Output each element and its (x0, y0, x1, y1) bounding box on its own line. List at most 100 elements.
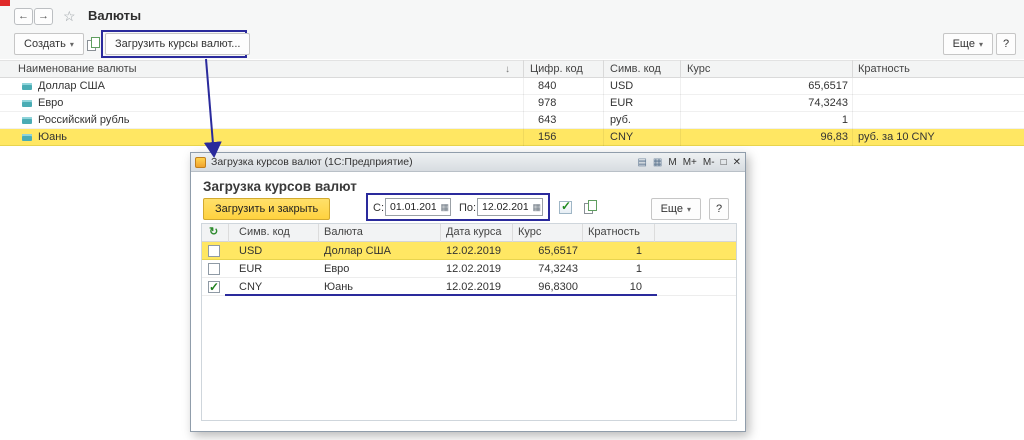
table-row-rub[interactable]: Российский рубль 643 руб. 1 (0, 112, 1024, 129)
column-separator (654, 224, 655, 242)
date-from-field: ▦ (385, 198, 451, 216)
currency-sym-code: EUR (610, 97, 634, 109)
corner-marker (0, 0, 10, 6)
load-rates-button-label: Загрузить курсы валют... (115, 38, 241, 50)
rates-row-usd[interactable]: ✓ USD Доллар США 12.02.2019 65,6517 1 (202, 242, 736, 260)
back-button[interactable]: ← (14, 8, 33, 25)
copy-sheet-front (588, 200, 597, 211)
currency-num-code: 156 (538, 131, 557, 143)
rate-mult: 1 (635, 245, 642, 257)
rate-mult: 1 (635, 263, 642, 275)
column-separator (318, 224, 319, 242)
create-button[interactable]: Создать ▾ (14, 33, 84, 55)
currency-item-icon (22, 117, 32, 124)
column-header-mult[interactable]: Кратность (588, 224, 640, 241)
app-icon (195, 157, 206, 168)
load-rates-button[interactable]: Загрузить курсы валют... (105, 33, 251, 55)
column-separator (523, 78, 524, 146)
column-header-sym-code[interactable]: Симв. код (610, 61, 661, 78)
grid-icon[interactable]: ▦ (653, 153, 662, 172)
column-separator (512, 224, 513, 242)
scale-m-plus-button[interactable]: М+ (683, 154, 697, 172)
more-button[interactable]: Еще ▾ (942, 33, 993, 55)
more-button-label: Еще (952, 38, 975, 50)
currency-rate: 96,83 (820, 131, 848, 143)
table-row-eur[interactable]: Евро 978 EUR 74,3243 (0, 95, 1024, 112)
chevron-down-icon: ▾ (69, 40, 74, 49)
copy-icon[interactable] (86, 36, 102, 52)
column-separator (852, 78, 853, 146)
currency-name: Доллар США (38, 80, 105, 92)
column-separator (582, 224, 583, 242)
load-and-close-label: Загрузить и закрыть (215, 203, 319, 215)
currency-rate: 65,6517 (808, 80, 848, 92)
currency-num-code: 840 (538, 80, 557, 92)
column-header-rate[interactable]: Курс (687, 61, 710, 78)
column-header-mult[interactable]: Кратность (858, 61, 910, 78)
check-icon: ✓ (209, 280, 220, 294)
table-row-cny-selected[interactable]: Юань 156 CNY 96,83 руб. за 10 CNY (0, 129, 1024, 146)
column-header-sym-code[interactable]: Симв. код (239, 224, 290, 241)
favorite-star-icon[interactable]: ☆ (63, 8, 76, 25)
rate-sym-code: USD (239, 245, 263, 257)
scale-m-minus-button[interactable]: М- (703, 154, 715, 172)
help-button[interactable]: ? (996, 33, 1016, 55)
forward-button[interactable]: → (34, 8, 53, 25)
column-separator (603, 60, 604, 78)
rate-currency: Евро (324, 263, 350, 275)
column-separator (603, 78, 604, 146)
date-from-label: С: (373, 202, 384, 214)
scale-m-button[interactable]: М (668, 154, 676, 172)
column-separator (680, 60, 681, 78)
date-to-label: По: (459, 202, 477, 214)
dialog-titlebar[interactable]: Загрузка курсов валют (1С:Предприятие) ▤… (191, 153, 745, 172)
currency-mult: руб. за 10 CNY (858, 131, 935, 143)
currency-item-icon (22, 134, 32, 141)
fill-check-icon[interactable]: ✓ (559, 199, 577, 217)
column-separator (440, 224, 441, 242)
dialog-help-button[interactable]: ? (709, 198, 729, 220)
help-button-label: ? (1002, 38, 1010, 50)
dialog-more-label: Еще (660, 203, 683, 215)
page-title: Валюты (88, 8, 142, 23)
back-icon: ← (18, 10, 29, 22)
column-header-rate[interactable]: Курс (518, 224, 541, 241)
column-separator (523, 60, 524, 78)
doc-icon[interactable]: ▤ (637, 153, 646, 172)
dialog-title: Загрузка курсов валют (1С:Предприятие) (211, 156, 413, 168)
copy-sheet-front (91, 37, 100, 48)
currency-name: Юань (38, 131, 68, 143)
row-checkbox[interactable]: ✓ (208, 263, 220, 275)
app-window: ← → ☆ Валюты Создать ▾ Загрузить курсы ва… (0, 0, 1024, 440)
check-icon: ✓ (561, 199, 572, 213)
currency-name: Евро (38, 97, 64, 109)
rate-sym-code: EUR (239, 263, 263, 275)
column-header-date[interactable]: Дата курса (446, 224, 501, 241)
rate-value: 74,3243 (538, 263, 578, 275)
column-header-name[interactable]: Наименование валюты (18, 61, 137, 78)
column-header-currency[interactable]: Валюта (324, 224, 363, 241)
currency-rate: 1 (841, 114, 848, 126)
dialog-more-button[interactable]: Еще ▾ (650, 198, 701, 220)
row-checkbox[interactable]: ✓ (208, 280, 220, 294)
maximize-icon[interactable]: □ (721, 154, 727, 172)
calendar-icon[interactable]: ▦ (532, 201, 541, 213)
row-checkbox[interactable]: ✓ (208, 245, 220, 257)
column-header-num-code[interactable]: Цифр. код (530, 61, 583, 78)
rate-date: 12.02.2019 (446, 245, 502, 257)
dialog-heading: Загрузка курсов валют (203, 179, 357, 194)
calendar-icon[interactable]: ▦ (440, 201, 449, 213)
column-separator (228, 224, 229, 242)
close-icon[interactable]: ✕ (733, 154, 741, 172)
table-row-usd[interactable]: Доллар США 840 USD 65,6517 (0, 78, 1024, 95)
column-separator (680, 78, 681, 146)
currency-name: Российский рубль (38, 114, 130, 126)
dialog-load-rates: Загрузка курсов валют (1С:Предприятие) ▤… (190, 152, 746, 432)
rates-table: ↻ Симв. код Валюта Дата курса Курс Кратн… (201, 223, 737, 421)
refresh-icon[interactable]: ↻ (209, 224, 218, 241)
chevron-down-icon: ▾ (978, 40, 983, 49)
copy-icon[interactable] (583, 199, 599, 215)
annotation-underline-cny (225, 294, 657, 296)
load-and-close-button[interactable]: Загрузить и закрыть (203, 198, 331, 220)
rates-row-eur[interactable]: ✓ EUR Евро 12.02.2019 74,3243 1 (202, 260, 736, 278)
